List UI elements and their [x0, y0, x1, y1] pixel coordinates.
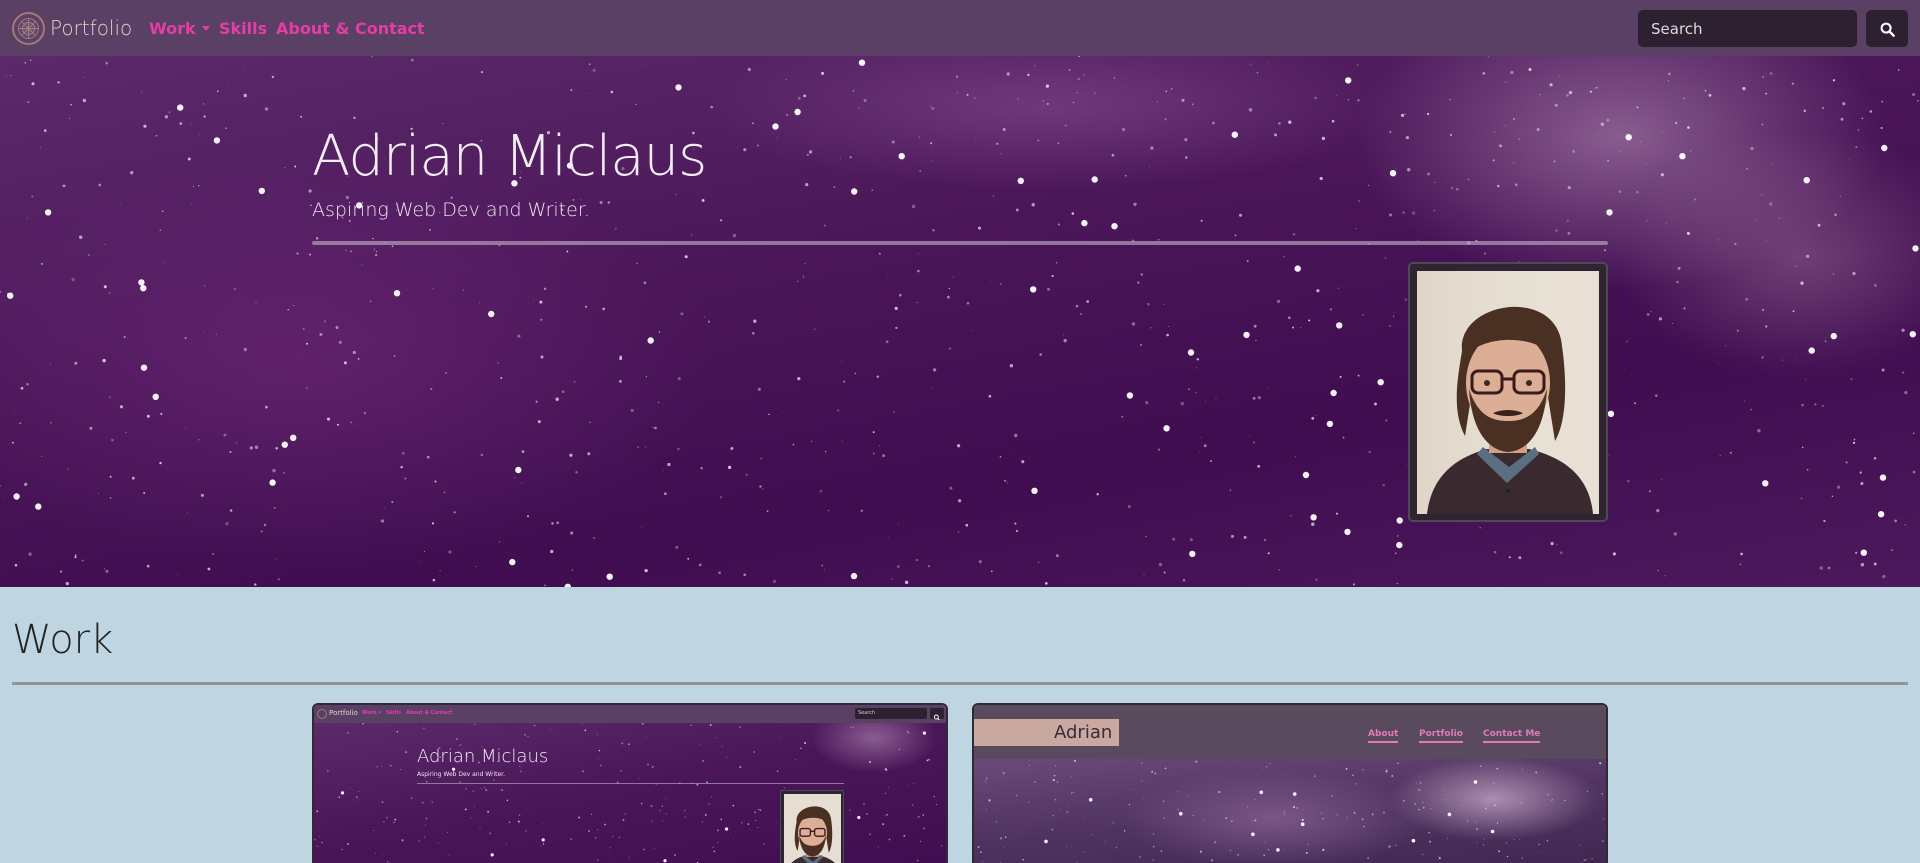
thumb2-hero: [974, 759, 1606, 863]
thumb-divider: [417, 783, 844, 784]
hero-title: Adrian Miclaus: [312, 124, 707, 189]
thumb2-name: Adrian: [1054, 722, 1113, 743]
work-divider: [12, 682, 1908, 685]
thumb-search: Search: [855, 708, 927, 719]
thumb-logo-icon: [317, 709, 327, 719]
top-navbar: Portfolio Work Skills About & Contact: [0, 0, 1920, 56]
thumb-brand: Portfolio: [329, 709, 358, 717]
brand-text: Portfolio: [50, 16, 133, 40]
nav-work-dropdown[interactable]: Work: [149, 19, 210, 38]
work-section-heading: Work: [12, 617, 114, 663]
thumb-starfield: [314, 723, 943, 863]
starfield-background: [0, 56, 1919, 587]
profile-photo-frame: [1408, 262, 1608, 522]
thumb2-starfield: [977, 759, 1605, 863]
caret-down-icon: [201, 26, 210, 31]
thumb-profile-photo: [784, 794, 841, 863]
search-button[interactable]: [1866, 10, 1908, 47]
nav-about-contact-link[interactable]: About & Contact: [276, 19, 425, 38]
brand-logo-icon: [12, 11, 45, 45]
hero-banner: Adrian Miclaus Aspiring Web Dev and Writ…: [0, 56, 1920, 587]
thumb2-nav-contact: Contact Me: [1483, 729, 1541, 743]
thumb-nav-about: About & Contact: [406, 710, 453, 716]
thumb2-nav-about: About: [1368, 729, 1399, 743]
thumb-nav-work: Work ▾: [362, 710, 381, 716]
nav-skills-link[interactable]: Skills: [219, 19, 267, 38]
thumb-title: Adrian Miclaus: [417, 746, 549, 767]
thumb-nav-skills: Skills: [386, 710, 402, 716]
profile-photo: [1417, 271, 1599, 514]
work-card-adrian-site[interactable]: Adrian About Portfolio Contact Me: [972, 703, 1608, 863]
thumb-profile-frame: [780, 790, 844, 863]
search-input[interactable]: [1638, 10, 1857, 47]
thumb-search-icon: [930, 708, 944, 721]
thumb-hero: Adrian Miclaus Aspiring Web Dev and Writ…: [314, 723, 946, 863]
thumb2-navbar: Adrian About Portfolio Contact Me: [974, 705, 1606, 759]
hero-divider: [312, 241, 1608, 245]
work-card-portfolio[interactable]: Portfolio Work ▾ Skills About & Contact …: [312, 703, 948, 863]
thumb-navbar: Portfolio Work ▾ Skills About & Contact …: [314, 705, 946, 723]
thumb-subtitle: Aspiring Web Dev and Writer.: [417, 771, 505, 778]
brand-link[interactable]: Portfolio: [12, 11, 132, 45]
nav-work-label: Work: [149, 19, 196, 38]
thumb2-nav-portfolio: Portfolio: [1419, 729, 1463, 743]
search-icon: [1880, 22, 1895, 37]
hero-subtitle: Aspiring Web Dev and Writer.: [312, 199, 590, 221]
